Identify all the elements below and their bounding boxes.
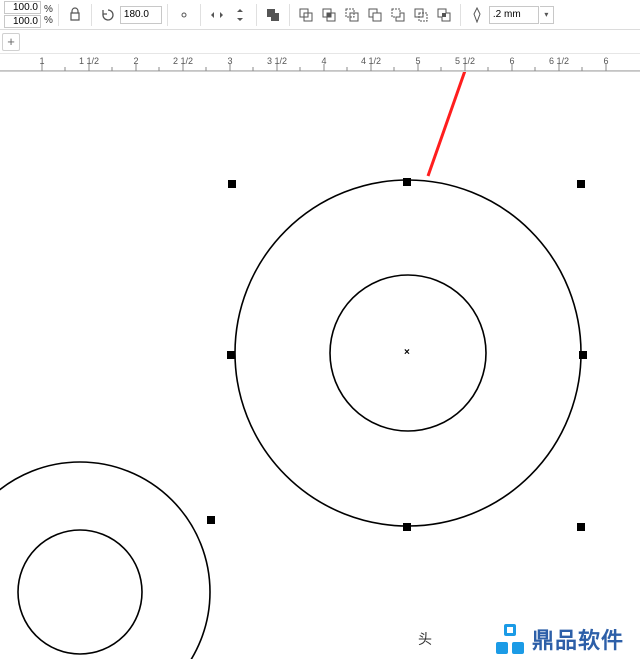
- horizontal-ruler: 1 1 1/2 2 2 1/2 3 3 1/2 4 4 1/2 5 5 1/2 …: [0, 54, 640, 72]
- ruler-tick-label: 1: [39, 56, 44, 66]
- lock-ratio-icon[interactable]: [64, 4, 86, 26]
- back-minus-front-icon[interactable]: [387, 4, 409, 26]
- ruler-tick-label: 5 1/2: [455, 56, 475, 66]
- scale-x-input[interactable]: [4, 1, 41, 14]
- selection-handle[interactable]: [207, 516, 215, 524]
- watermark-text: 鼎品软件: [532, 623, 624, 655]
- selection-handle[interactable]: [577, 180, 585, 188]
- ruler-tick-label: 1 1/2: [79, 56, 99, 66]
- separator: [460, 4, 461, 26]
- ruler-tick-label: 6: [603, 56, 608, 66]
- ruler-tick-label: 2 1/2: [173, 56, 193, 66]
- mirror-vertical-icon[interactable]: [229, 4, 251, 26]
- selection-center: ×: [404, 347, 410, 358]
- boundary-icon[interactable]: [410, 4, 432, 26]
- center-origin-icon[interactable]: [173, 4, 195, 26]
- drawing-shapes: [0, 72, 640, 659]
- selection-handle[interactable]: [579, 351, 587, 359]
- separator: [200, 4, 201, 26]
- ruler-tick-label: 4 1/2: [361, 56, 381, 66]
- weld-icon[interactable]: [262, 4, 284, 26]
- separator: [256, 4, 257, 26]
- selection-handle[interactable]: [227, 351, 235, 359]
- ruler-tick-label: 5: [415, 56, 420, 66]
- ruler-tick-label: 6 1/2: [549, 56, 569, 66]
- separator: [289, 4, 290, 26]
- separator: [91, 4, 92, 26]
- ruler-tick-label: 2: [133, 56, 138, 66]
- selection-handle[interactable]: [228, 180, 236, 188]
- intersect-icon[interactable]: [318, 4, 340, 26]
- scale-fields: [4, 1, 41, 28]
- outline-width-dropdown[interactable]: ▾: [540, 6, 554, 24]
- add-tab-button[interactable]: +: [2, 33, 20, 51]
- outline-width-input[interactable]: [489, 6, 539, 24]
- selection-handle[interactable]: [577, 523, 585, 531]
- ruler-tick-label: 6: [509, 56, 514, 66]
- property-toolbar: % % ▾: [0, 0, 640, 30]
- outline-pen-icon[interactable]: [466, 4, 488, 26]
- tab-bar: +: [0, 30, 640, 54]
- separator: [58, 4, 59, 26]
- mirror-horizontal-icon[interactable]: [206, 4, 228, 26]
- rotate-icon[interactable]: [97, 4, 119, 26]
- front-minus-back-icon[interactable]: [364, 4, 386, 26]
- rotation-input[interactable]: [120, 6, 162, 24]
- source-credit: 头: [418, 629, 432, 649]
- ruler-tick-label: 3: [227, 56, 232, 66]
- canvas[interactable]: × 头 鼎品软件: [0, 72, 640, 659]
- simplify-icon[interactable]: [341, 4, 363, 26]
- watermark: 鼎品软件: [496, 623, 624, 655]
- percent-labels: % %: [44, 4, 53, 26]
- ruler-tick-label: 3 1/2: [267, 56, 287, 66]
- selection-handle[interactable]: [403, 178, 411, 186]
- watermark-logo-icon: [496, 624, 524, 654]
- scale-y-input[interactable]: [4, 15, 41, 28]
- selection-handle[interactable]: [403, 523, 411, 531]
- combine-icon[interactable]: [433, 4, 455, 26]
- trim-icon[interactable]: [295, 4, 317, 26]
- ruler-tick-label: 4: [321, 56, 326, 66]
- separator: [167, 4, 168, 26]
